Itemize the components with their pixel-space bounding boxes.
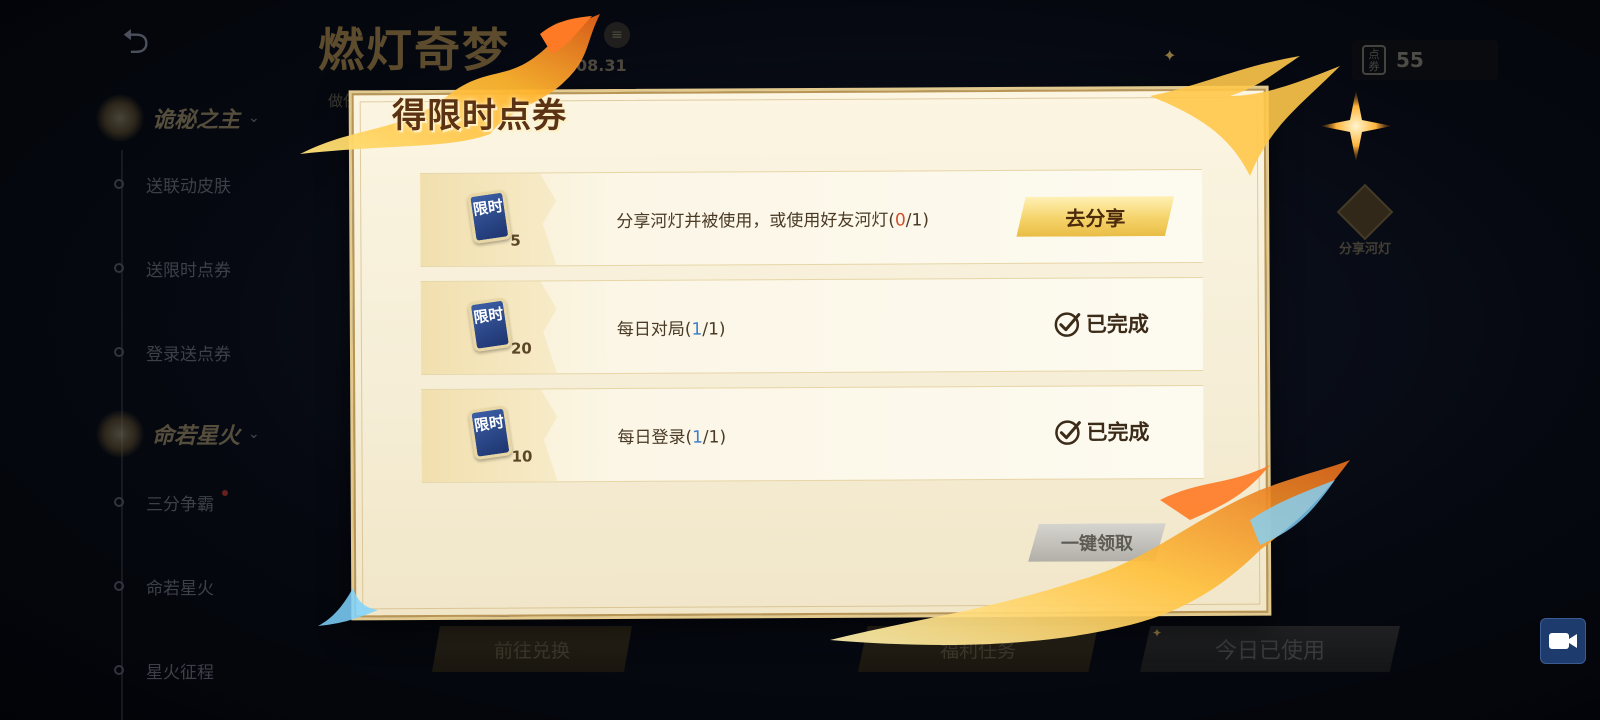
- exchange-label: 前往兑换: [493, 639, 570, 662]
- progress-value: 1: [692, 427, 703, 448]
- welfare-tasks-button[interactable]: 福利任务: [858, 626, 1098, 672]
- currency-display: 点券 55: [1352, 40, 1498, 80]
- sidebar-item-label: 命若星火: [146, 578, 214, 599]
- ticket-count: 20: [510, 339, 532, 358]
- task-description: 分享河灯并被使用，或使用好友河灯(0/1): [616, 205, 929, 232]
- help-icon[interactable]: ?: [548, 22, 574, 48]
- sidebar-item-label: 登录送点券: [146, 344, 231, 365]
- chevron-down-icon: ⌄: [248, 110, 260, 126]
- dot-icon: [114, 497, 124, 507]
- emblem-icon: [96, 410, 144, 458]
- check-circle-icon: [1055, 420, 1081, 445]
- ticket-count: 10: [511, 447, 533, 466]
- sidebar-group-label: 诡秘之主: [152, 107, 241, 133]
- back-arrow-icon: ⮌: [122, 22, 150, 62]
- emblem-icon: [96, 94, 144, 142]
- sidebar-item[interactable]: 登录送点券: [114, 338, 231, 366]
- currency-amount: 55: [1396, 48, 1424, 72]
- welfare-tasks-label: 福利任务: [939, 639, 1016, 662]
- dot-icon: [114, 179, 124, 189]
- dot-icon: [114, 347, 124, 357]
- task-row: 限时 20 每日对局(1/1) 已完成: [420, 276, 1204, 376]
- task-list: 限时 5 分享河灯并被使用，或使用好友河灯(0/1) 去分享 限时 20 每日对…: [420, 168, 1204, 497]
- sidebar-item[interactable]: 送联动皮肤: [114, 170, 231, 198]
- task-text: 每日对局: [616, 319, 685, 341]
- used-today-button[interactable]: 今日已使用: [1140, 626, 1400, 672]
- back-button[interactable]: ⮌: [122, 24, 186, 60]
- completed-status: 已完成: [1054, 308, 1149, 338]
- sidebar-item[interactable]: 三分争霸: [114, 488, 228, 516]
- sidebar-item-label: 送限时点券: [146, 260, 231, 281]
- menu-icon[interactable]: ≡: [604, 22, 630, 48]
- sparkle-icon: ✦: [1163, 46, 1177, 65]
- check-circle-icon: [1054, 312, 1081, 337]
- dot-icon: [114, 665, 124, 675]
- sidebar: 诡秘之主 ⌄ 送联动皮肤 送限时点券 登录送点券 命若星火 ⌄ 三分争霸 命若星…: [96, 90, 306, 720]
- sparkle-icon: ✦: [1152, 626, 1163, 640]
- event-date: 08.31: [576, 56, 627, 75]
- ticket-icon: 限时: [468, 405, 513, 461]
- completed-status: 已完成: [1054, 416, 1149, 446]
- limited-ticket-dialog: 限时 5 分享河灯并被使用，或使用好友河灯(0/1) 去分享 限时 20 每日对…: [348, 85, 1272, 621]
- sidebar-item-label: 送联动皮肤: [146, 176, 231, 197]
- ticket-count: 5: [510, 231, 521, 250]
- exchange-button[interactable]: 前往兑换: [432, 626, 632, 672]
- task-description: 每日登录(1/1): [617, 422, 726, 448]
- progress-rest: /1): [905, 210, 930, 231]
- completed-label: 已完成: [1086, 420, 1150, 445]
- sidebar-group-label: 命若星火: [152, 423, 241, 449]
- sidebar-group-1[interactable]: 诡秘之主 ⌄: [96, 90, 296, 146]
- used-today-label: 今日已使用: [1214, 639, 1325, 664]
- dot-icon: [114, 263, 124, 273]
- task-row: 限时 10 每日登录(1/1) 已完成: [421, 384, 1204, 484]
- sidebar-group-2[interactable]: 命若星火 ⌄: [96, 406, 296, 462]
- sidebar-item[interactable]: 命若星火: [114, 572, 214, 600]
- dot-icon: [114, 581, 124, 591]
- event-title: 燃灯奇梦: [318, 23, 510, 77]
- progress-value: 1: [691, 319, 703, 340]
- sidebar-item[interactable]: 星火征程: [114, 656, 214, 684]
- progress-value: 0: [894, 210, 906, 231]
- share-icon: [1336, 183, 1394, 241]
- task-description: 每日对局(1/1): [617, 314, 726, 340]
- ticket-icon: 点券: [1362, 45, 1386, 75]
- task-row: 限时 5 分享河灯并被使用，或使用好友河灯(0/1) 去分享: [420, 168, 1203, 268]
- claim-all-button[interactable]: 一键领取: [1028, 523, 1166, 562]
- completed-label: 已完成: [1085, 312, 1149, 337]
- notification-dot: [222, 490, 228, 496]
- sidebar-item-label: 星火征程: [146, 662, 214, 683]
- progress-rest: /1): [702, 319, 726, 340]
- sidebar-item-label: 三分争霸: [146, 494, 214, 515]
- chevron-down-icon: ⌄: [248, 426, 260, 442]
- task-text: 每日登录: [617, 427, 686, 449]
- sidebar-item[interactable]: 送限时点券: [114, 254, 231, 282]
- share-lamp-button[interactable]: 分享河灯: [1320, 183, 1410, 257]
- ticket-icon: 限时: [467, 297, 513, 353]
- task-text: 分享河灯并被使用，或使用好友河灯: [616, 210, 889, 233]
- share-lamp-label: 分享河灯: [1338, 242, 1391, 257]
- screen-record-button[interactable]: [1540, 618, 1586, 664]
- progress-rest: /1): [702, 427, 727, 448]
- ticket-icon: 限时: [466, 189, 512, 245]
- video-camera-icon: [1549, 633, 1577, 649]
- dialog-title: 得限时点券: [392, 96, 567, 136]
- go-share-button[interactable]: 去分享: [1016, 196, 1174, 237]
